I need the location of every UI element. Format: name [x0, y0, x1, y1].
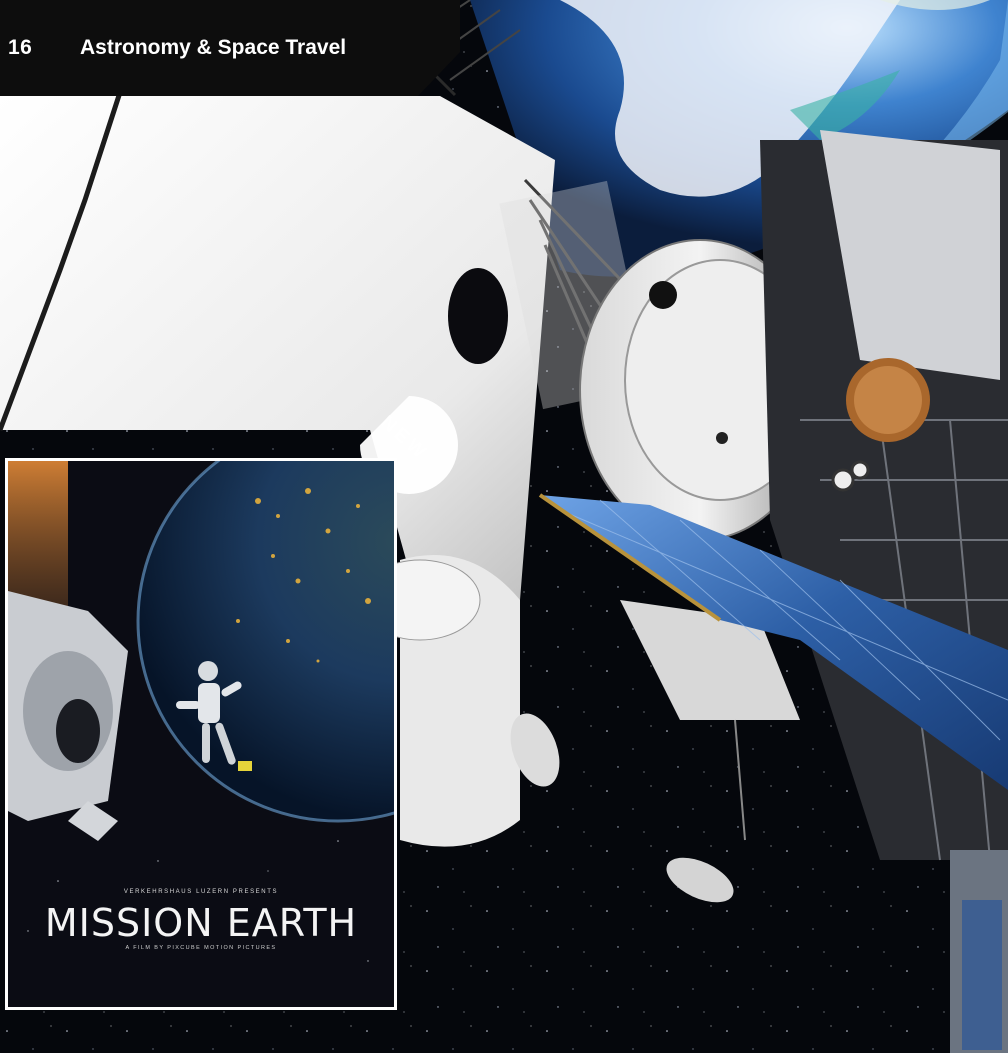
page-header: 16 Astronomy & Space Travel [0, 0, 460, 96]
section-title: Astronomy & Space Travel [80, 36, 347, 59]
page-number: 16 [8, 36, 33, 59]
poster-artwork: VERKEHRSHAUS LUZERN PRESENTS MISSION EAR… [8, 461, 394, 1007]
movie-poster: VERKEHRSHAUS LUZERN PRESENTS MISSION EAR… [5, 458, 397, 1010]
poster-presents-line: VERKEHRSHAUS LUZERN PRESENTS [123, 889, 279, 895]
poster-title: MISSION EARTH [44, 901, 358, 945]
poster-credit-line: A FILM BY PIXCUBE MOTION PICTURES [125, 945, 277, 951]
